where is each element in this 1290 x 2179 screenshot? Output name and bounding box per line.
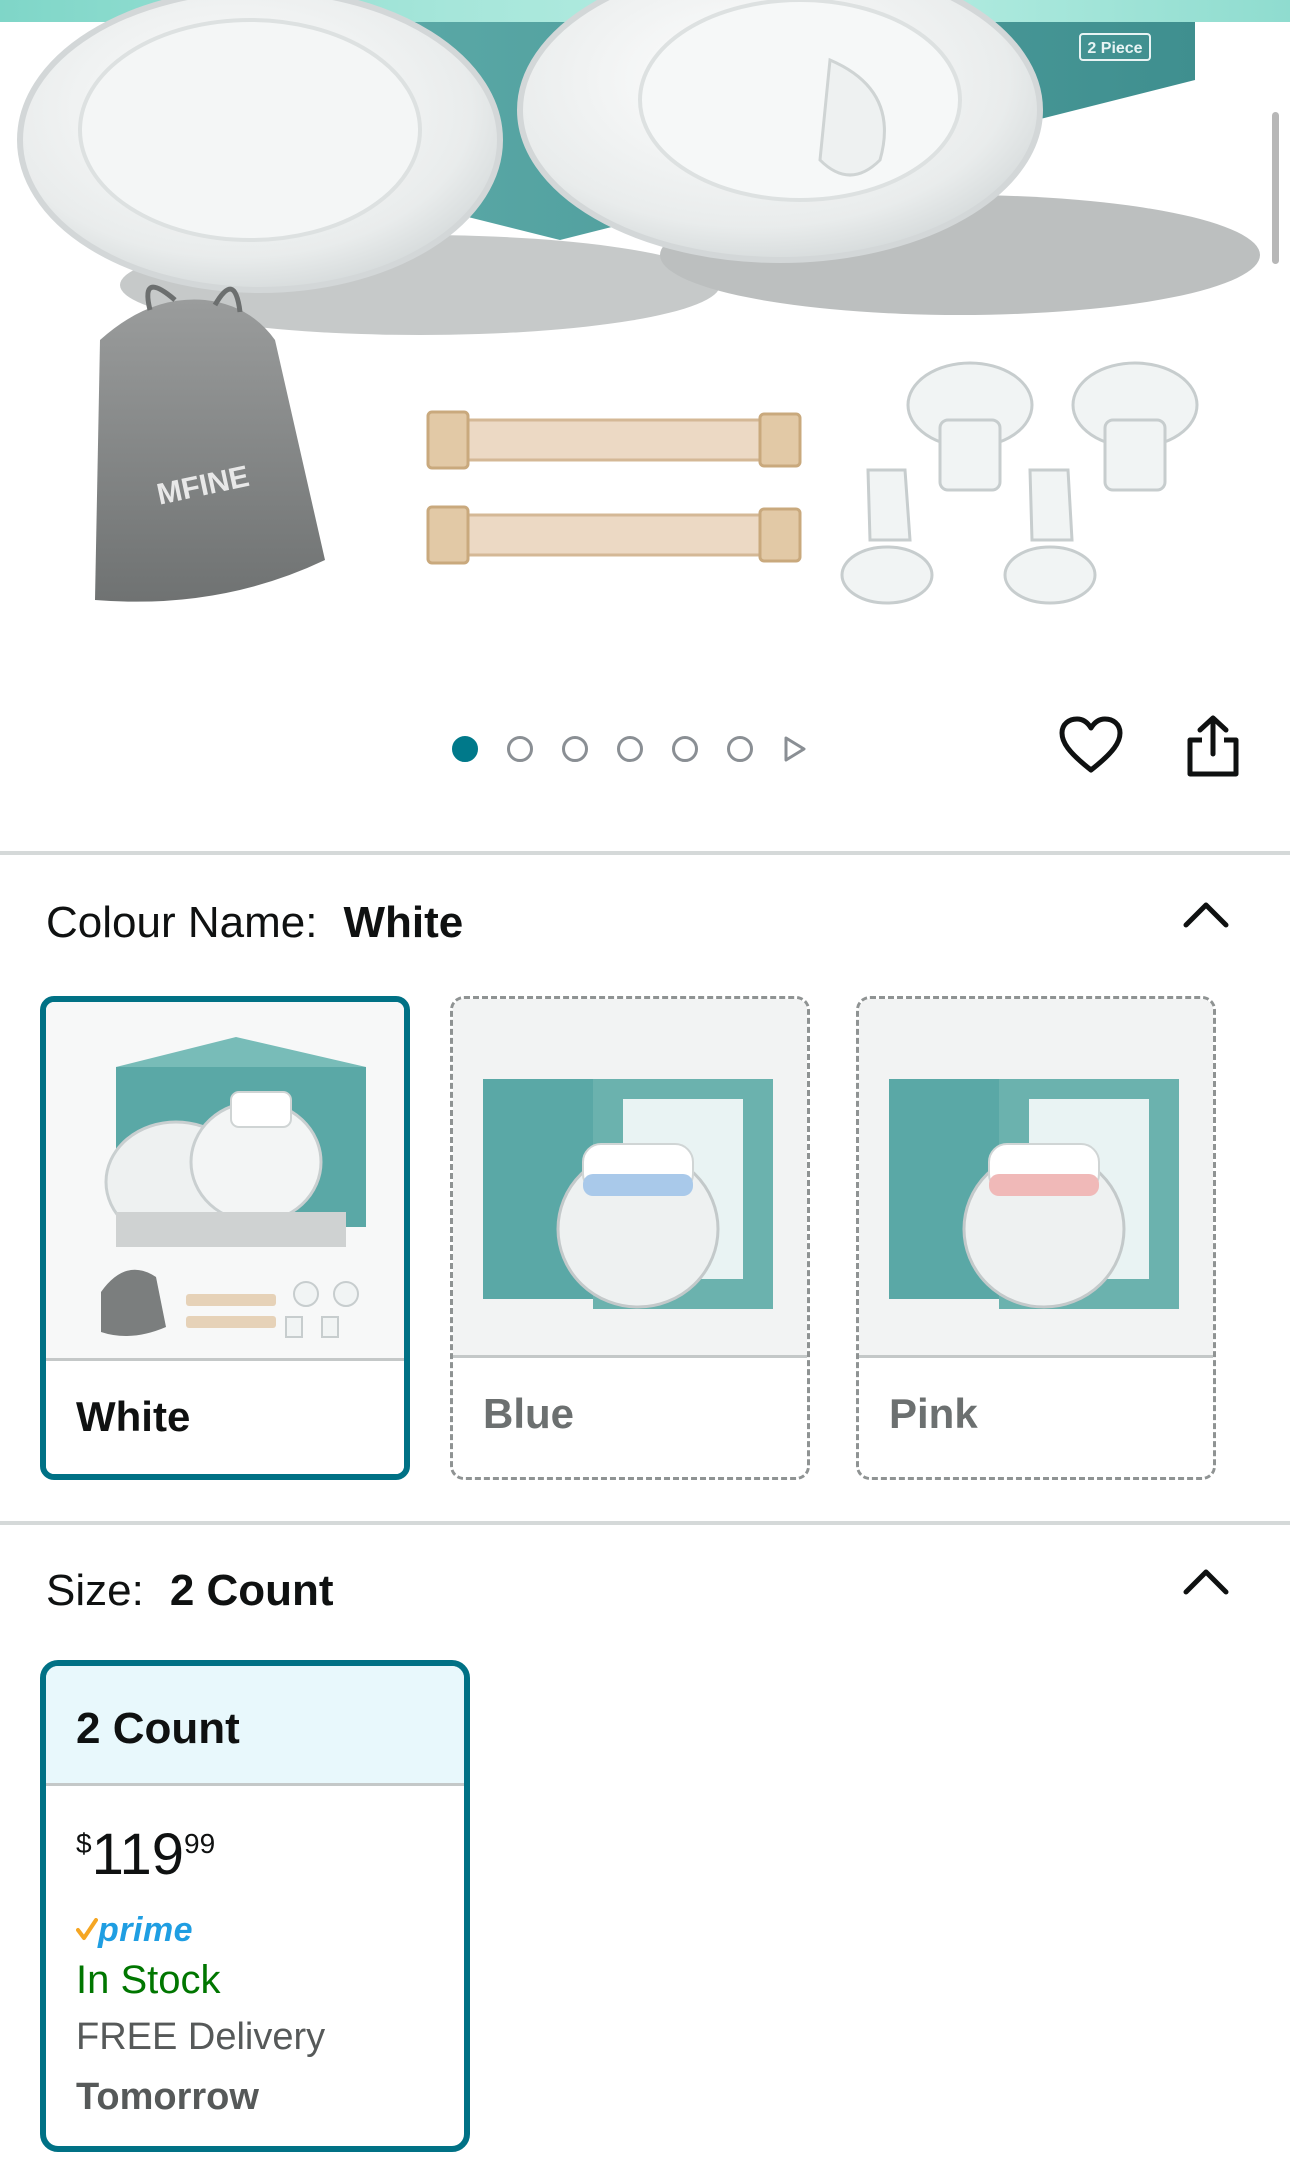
share-icon[interactable] [1180, 712, 1246, 780]
prime-badge: prime [76, 1910, 193, 1950]
colour-label: Colour Name: [46, 898, 318, 947]
pager-dot-3[interactable] [562, 736, 588, 762]
swatch-label: Pink [889, 1390, 978, 1437]
box-badge: 2 Piece [1087, 40, 1142, 57]
page-scrollbar[interactable] [1272, 112, 1279, 264]
price-symbol: $ [76, 1828, 92, 1859]
product-image-gallery[interactable]: 2 Piece MFINE [0, 0, 1290, 665]
blue-product-thumbnail [453, 999, 807, 1355]
strap-top [426, 410, 802, 470]
chevron-up-icon[interactable] [1180, 1560, 1232, 1600]
size-option-name: 2 Count [76, 1704, 240, 1753]
pager-dot-4[interactable] [617, 736, 643, 762]
section-divider [0, 1521, 1290, 1525]
price-whole: 119 [91, 1822, 185, 1887]
prime-label: prime [98, 1910, 194, 1949]
delivery-info: FREE Delivery [76, 2016, 326, 2058]
size-header: Size: 2 Count [46, 1566, 334, 1616]
price-fraction: 99 [184, 1828, 216, 1859]
delivery-day: Tomorrow [76, 2076, 259, 2118]
colour-option-blue[interactable]: Blue [450, 996, 810, 1480]
section-divider [0, 851, 1290, 855]
pager-dot-6[interactable] [727, 736, 753, 762]
heart-icon[interactable] [1058, 714, 1124, 778]
pager-dot-5[interactable] [672, 736, 698, 762]
swatch-label: Blue [483, 1390, 575, 1437]
stock-status: In Stock [76, 1958, 221, 2002]
pager-dot-1[interactable] [452, 736, 478, 762]
chevron-up-icon[interactable] [1180, 893, 1232, 933]
colour-selected-value: White [343, 898, 464, 947]
pink-product-thumbnail [859, 999, 1213, 1355]
size-label: Size: [46, 1566, 144, 1615]
size-selected-value: 2 Count [169, 1566, 334, 1615]
swatch-label: White [76, 1393, 191, 1440]
colour-option-white[interactable]: White [40, 996, 410, 1480]
prime-check-icon [76, 1918, 98, 1940]
pager-dot-2[interactable] [507, 736, 533, 762]
size-option-2-count[interactable]: 2 Count $11999 prime In Stock FREE Deliv… [40, 1660, 470, 2152]
product-image: 2 Piece MFINE [17, 0, 1260, 605]
white-product-thumbnail [46, 1002, 404, 1358]
image-pager[interactable] [452, 734, 808, 764]
play-video-icon[interactable] [782, 735, 808, 763]
price: $11999 [76, 1826, 215, 1884]
colour-option-pink[interactable]: Pink [856, 996, 1216, 1480]
colour-header: Colour Name: White [46, 898, 463, 948]
strap-bottom [426, 505, 802, 565]
